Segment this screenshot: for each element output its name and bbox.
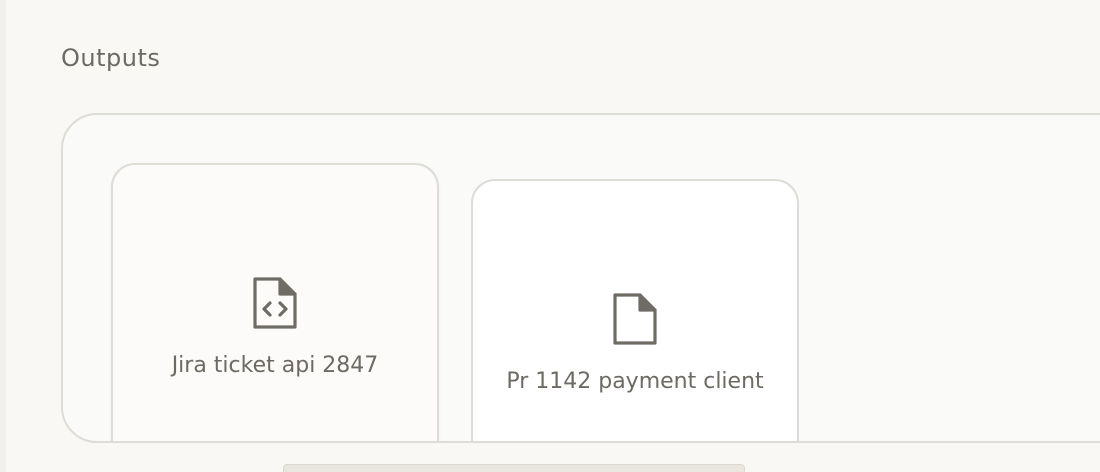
output-card-jira-ticket[interactable]: Jira ticket api 2847 <box>111 163 439 441</box>
outputs-section-title: Outputs <box>61 44 161 72</box>
output-card-pr-payment-client[interactable]: Pr 1142 payment client <box>471 179 799 441</box>
bottom-input-bar-edge[interactable] <box>283 464 745 472</box>
code-file-icon <box>251 275 299 331</box>
left-edge-strip <box>0 0 6 472</box>
output-card-label: Jira ticket api 2847 <box>171 353 379 378</box>
outputs-panel: Jira ticket api 2847 Pr 1142 payment cli… <box>61 113 1100 443</box>
page: Outputs Jira ticket api 2847 Pr 1142 pay… <box>0 0 1100 472</box>
file-icon <box>611 291 659 347</box>
output-card-label: Pr 1142 payment client <box>506 369 764 394</box>
